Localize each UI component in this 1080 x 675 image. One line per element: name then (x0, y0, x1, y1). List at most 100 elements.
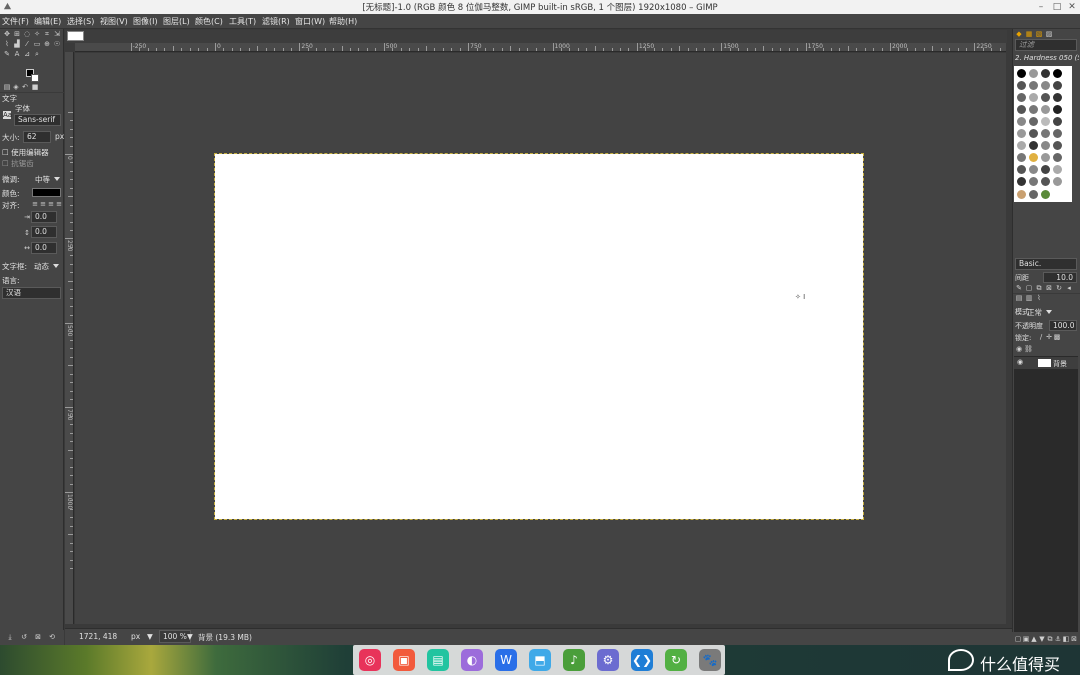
brush-preview-icon[interactable] (1029, 129, 1038, 138)
brush-preview-icon[interactable] (1029, 177, 1038, 186)
use-editor-checkbox[interactable]: ☐ 使用编辑器 (2, 147, 49, 158)
layers-list[interactable] (1014, 356, 1078, 632)
color-picker-icon[interactable]: ◐ (461, 649, 483, 671)
size-unit[interactable]: px (55, 132, 64, 141)
undo-history-tab-icon[interactable]: ↶ (21, 83, 29, 91)
paths-tool-icon[interactable]: ✎ (3, 50, 11, 58)
spacing-input[interactable]: 10.0 (1043, 272, 1077, 283)
eraser-icon[interactable]: ▭ (33, 40, 41, 48)
brush-preview-icon[interactable] (1029, 165, 1038, 174)
unit-dropdown-chevron-icon[interactable]: ▼ (147, 632, 153, 641)
restore-options-icon[interactable]: ↺ (20, 633, 28, 641)
brush-preview-icon[interactable] (1053, 69, 1062, 78)
gimp-icon[interactable]: 🐾 (699, 649, 721, 671)
brushes-tab-icon[interactable]: ◆ (1015, 30, 1023, 38)
font-field[interactable]: Sans-serif (14, 114, 61, 126)
screen-recorder-icon[interactable]: ▣ (393, 649, 415, 671)
brush-preview-icon[interactable] (1053, 165, 1062, 174)
brush-preview-icon[interactable] (1041, 141, 1050, 150)
menu-view[interactable]: 视图(V) (100, 16, 128, 27)
maximize-icon[interactable]: □ (1052, 2, 1062, 12)
color-picker-icon[interactable]: ⊿ (23, 50, 31, 58)
tool-options-tab-icon[interactable]: ▤ (3, 83, 11, 91)
brush-preview-icon[interactable] (1029, 117, 1038, 126)
zoom-tool-icon[interactable]: ⌕ (33, 50, 41, 58)
brush-preview-icon[interactable] (1017, 81, 1026, 90)
brush-preview-icon[interactable] (1017, 129, 1026, 138)
brush-preview-icon[interactable] (1041, 129, 1050, 138)
antialias-checkbox[interactable]: ☐ 抗锯齿 (2, 158, 34, 169)
font-preview-icon[interactable]: Aa (3, 111, 12, 119)
menu-colors[interactable]: 颜色(C) (195, 16, 223, 27)
justify-right-icon[interactable]: ≡ (39, 200, 47, 208)
vertical-ruler[interactable]: 02505007501000 (65, 52, 74, 624)
justify-fill-icon[interactable]: ≡ (55, 200, 63, 208)
lock-position-icon[interactable]: ✛ (1045, 333, 1053, 341)
brush-preview-icon[interactable] (1041, 117, 1050, 126)
raise-layer-icon[interactable]: ▲ (1030, 635, 1038, 643)
images-tab-icon[interactable]: ■ (31, 83, 39, 91)
crop-tool-icon[interactable]: ⌗ (43, 30, 51, 38)
minimize-icon[interactable]: – (1036, 2, 1046, 12)
line-spacing-input[interactable]: 0.0 (31, 226, 57, 238)
anchor-layer-icon[interactable]: ⚓ (1054, 635, 1062, 643)
mask-layer-icon[interactable]: ◧ (1062, 635, 1070, 643)
brush-preview-icon[interactable] (1017, 177, 1026, 186)
terminal-icon[interactable]: ▤ (427, 649, 449, 671)
brush-preview-icon[interactable] (1029, 81, 1038, 90)
opacity-input[interactable]: 100.0 (1049, 320, 1077, 331)
brush-preview-icon[interactable] (1041, 105, 1050, 114)
menu-image[interactable]: 图像(I) (133, 16, 158, 27)
delete-options-icon[interactable]: ⊠ (34, 633, 42, 641)
brush-preview-icon[interactable] (1017, 153, 1026, 162)
background-color-swatch[interactable] (31, 74, 39, 82)
menu-filters[interactable]: 滤镜(R) (262, 16, 290, 27)
brush-preview-icon[interactable] (1053, 153, 1062, 162)
brush-preview-icon[interactable] (1041, 165, 1050, 174)
brush-refresh-icon[interactable]: ↻ (1055, 284, 1063, 292)
warp-tool-icon[interactable]: ⌇ (3, 40, 11, 48)
device-status-tab-icon[interactable]: ◈ (12, 83, 20, 91)
brush-preview-icon[interactable] (1029, 141, 1038, 150)
brush-preview-icon[interactable] (1017, 190, 1026, 199)
gradients-tab-icon[interactable]: ▨ (1045, 30, 1053, 38)
system-monitor-icon[interactable]: ↻ (665, 649, 687, 671)
image-tab-thumbnail[interactable] (67, 31, 84, 41)
brush-preview-icon[interactable] (1017, 105, 1026, 114)
paths-tab-icon[interactable]: ⌇ (1035, 294, 1043, 302)
app-store-icon[interactable]: ⬒ (529, 649, 551, 671)
menu-layer[interactable]: 图层(L) (163, 16, 190, 27)
save-options-icon[interactable]: ⤓ (6, 633, 14, 641)
layer-mode-dropdown[interactable]: 正常 (1027, 307, 1052, 318)
horizontal-ruler[interactable]: -250 0 250 500 750 1000 1250 1500 1750 2000 2250 (75, 43, 1006, 52)
delete-layer-icon[interactable]: ⊠ (1070, 635, 1078, 643)
reset-options-icon[interactable]: ⟲ (48, 633, 56, 641)
fonts-tab-icon[interactable]: ▧ (1035, 30, 1043, 38)
layer-visibility-eye-icon[interactable]: ◉ (1017, 358, 1023, 366)
layers-tab-icon[interactable]: ▤ (1015, 294, 1023, 302)
brush-preview-icon[interactable] (1041, 153, 1050, 162)
lock-alpha-icon[interactable]: ▩ (1053, 333, 1061, 341)
brush-preview-icon[interactable] (1017, 165, 1026, 174)
wps-icon[interactable]: W (495, 649, 517, 671)
image-canvas[interactable] (214, 153, 864, 520)
brush-preview-icon[interactable] (1053, 141, 1062, 150)
brush-preview-icon[interactable] (1053, 177, 1062, 186)
brush-preview-icon[interactable] (1029, 69, 1038, 78)
layer-name[interactable]: 背景 (1053, 359, 1067, 369)
menu-tools[interactable]: 工具(T) (229, 16, 256, 27)
deepin-launcher-icon[interactable]: ◎ (359, 649, 381, 671)
letter-spacing-input[interactable]: 0.0 (31, 242, 57, 254)
music-icon[interactable]: ♪ (563, 649, 585, 671)
brush-filter-input[interactable]: 过滤 (1015, 39, 1077, 51)
brush-preview-icon[interactable] (1029, 105, 1038, 114)
lower-layer-icon[interactable]: ▼ (1038, 635, 1046, 643)
brush-preview-icon[interactable] (1041, 190, 1050, 199)
brush-preview-icon[interactable] (1029, 190, 1038, 199)
brush-preview-icon[interactable] (1029, 153, 1038, 162)
bucket-fill-icon[interactable]: ▟ (13, 40, 21, 48)
new-layer-icon[interactable]: ▢ (1014, 635, 1022, 643)
patterns-tab-icon[interactable]: ▦ (1025, 30, 1033, 38)
text-tool-icon[interactable]: A (13, 50, 21, 58)
new-group-icon[interactable]: ▣ (1022, 635, 1030, 643)
